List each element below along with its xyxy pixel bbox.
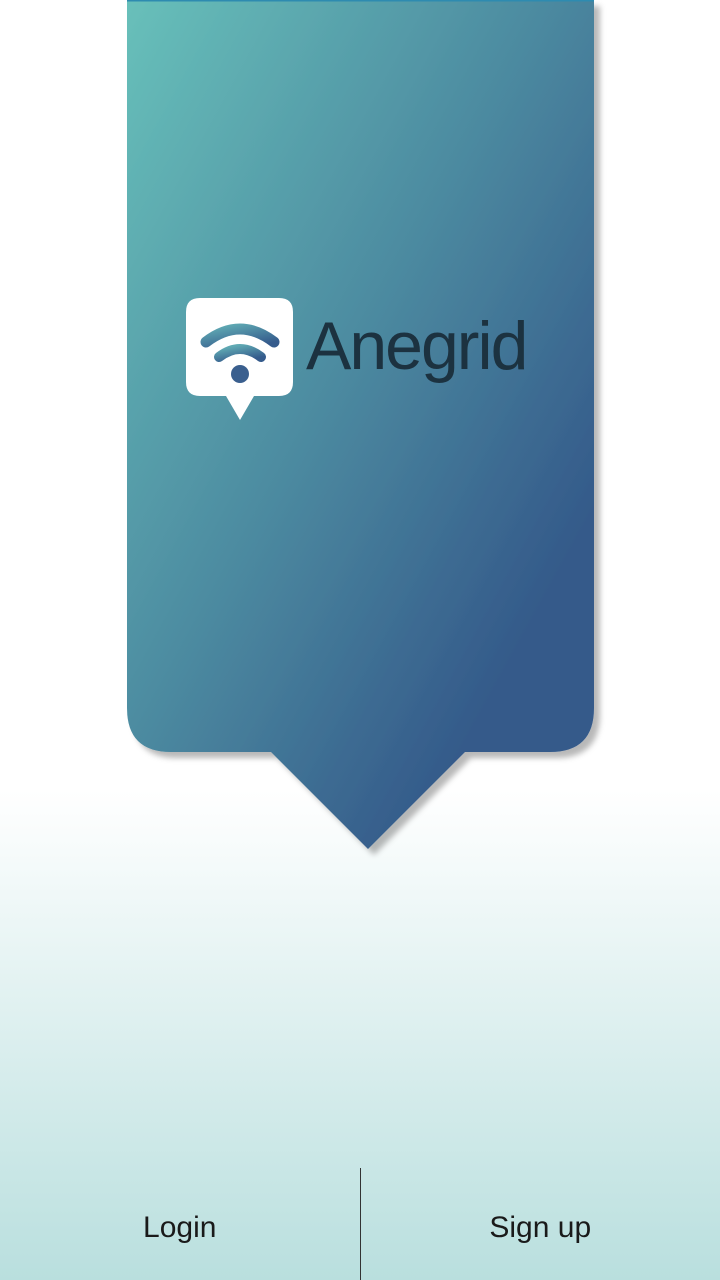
brand-banner xyxy=(127,0,594,849)
wifi-pin-icon xyxy=(186,298,293,420)
auth-actions-bar: Login Sign up xyxy=(0,1168,720,1280)
brand-logo: Anegrid xyxy=(186,298,546,422)
banner-shape xyxy=(127,0,594,849)
login-button[interactable]: Login xyxy=(0,1168,360,1280)
signup-button[interactable]: Sign up xyxy=(361,1168,720,1280)
brand-name: Anegrid xyxy=(306,308,528,384)
